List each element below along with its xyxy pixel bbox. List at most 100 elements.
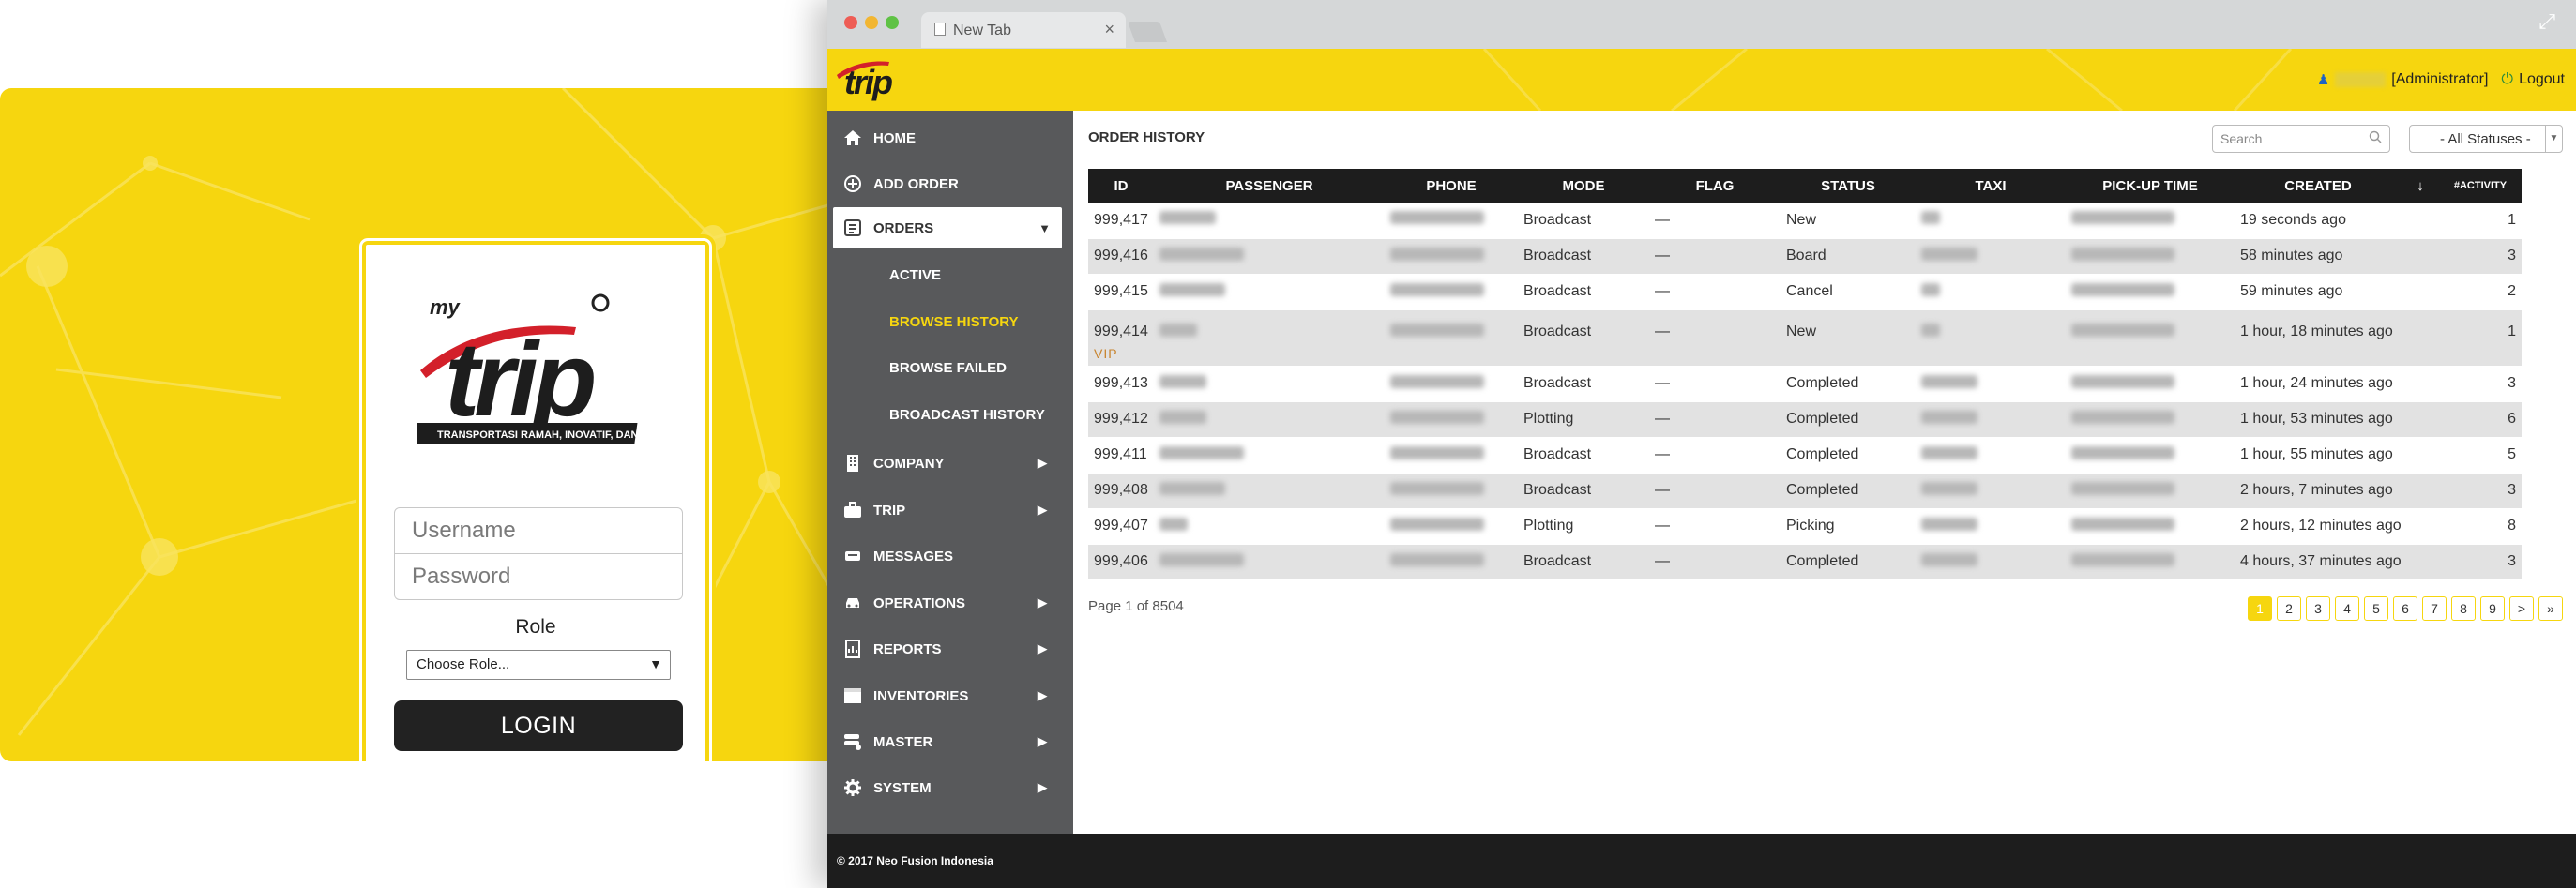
table-row[interactable]: 999,412 Plotting — Completed 1 hour, 53 … bbox=[1088, 401, 2522, 438]
cell-pickup-time bbox=[2066, 544, 2235, 580]
logout-link[interactable]: Logout bbox=[2519, 71, 2565, 88]
cell-id: 999,406 bbox=[1088, 544, 1154, 580]
sidebar-item-inventories[interactable]: INVENTORIES ▶ bbox=[827, 675, 1073, 716]
cell-id: 999,412 bbox=[1088, 401, 1154, 438]
chevron-down-icon: ▼ bbox=[1038, 220, 1051, 235]
table-row[interactable]: 999,411 Broadcast — Completed 1 hour, 55… bbox=[1088, 437, 2522, 474]
cell-pickup-time bbox=[2066, 508, 2235, 545]
sidebar-item-operations[interactable]: OPERATIONS ▶ bbox=[827, 582, 1073, 624]
cell-passenger bbox=[1154, 508, 1385, 545]
page-button[interactable]: 5 bbox=[2364, 596, 2388, 621]
trip-logo: trip bbox=[837, 61, 894, 101]
sidebar-item-messages[interactable]: MESSAGES bbox=[827, 535, 1073, 577]
col-phone[interactable]: PHONE bbox=[1385, 169, 1518, 203]
col-pickup-time[interactable]: PICK-UP TIME bbox=[2066, 169, 2235, 203]
sidebar-item-trip[interactable]: TRIP ▶ bbox=[827, 489, 1073, 531]
table-row[interactable]: 999,406 Broadcast — Completed 4 hours, 3… bbox=[1088, 544, 2522, 580]
page-button[interactable]: 7 bbox=[2422, 596, 2447, 621]
username-input[interactable] bbox=[394, 507, 683, 554]
vip-badge: VIP bbox=[1094, 345, 1118, 361]
maximize-window-button[interactable] bbox=[886, 16, 899, 29]
cell-pickup-time bbox=[2066, 437, 2235, 474]
sort-down-icon[interactable]: ↓ bbox=[2402, 169, 2439, 203]
cell-mode: Broadcast bbox=[1518, 203, 1649, 239]
sidebar-item-add-order[interactable]: ADD ORDER bbox=[827, 163, 1073, 204]
cell-id: 999,407 bbox=[1088, 508, 1154, 545]
sidebar-subitem-broadcast-history[interactable]: BROADCAST HISTORY bbox=[889, 407, 1045, 423]
next-page-button[interactable]: > bbox=[2509, 596, 2534, 621]
sidebar-item-master[interactable]: MASTER ▶ bbox=[827, 721, 1073, 762]
page-button[interactable]: 6 bbox=[2393, 596, 2417, 621]
sidebar-item-system[interactable]: SYSTEM ▶ bbox=[827, 767, 1073, 808]
briefcase-icon bbox=[842, 500, 863, 520]
page-button[interactable]: 8 bbox=[2451, 596, 2476, 621]
sidebar-item-company[interactable]: COMPANY ▶ bbox=[827, 443, 1073, 484]
table-row[interactable]: 999,416 Broadcast — Board 58 minutes ago… bbox=[1088, 238, 2522, 275]
cell-pickup-time bbox=[2066, 238, 2235, 275]
cell-mode: Broadcast bbox=[1518, 544, 1649, 580]
new-tab-button[interactable] bbox=[1127, 22, 1168, 42]
sidebar-item-orders[interactable]: ORDERS ▼ bbox=[833, 207, 1062, 248]
cell-taxi bbox=[1916, 437, 2066, 474]
table-row[interactable]: 999,415 Broadcast — Cancel 59 minutes ag… bbox=[1088, 274, 2522, 310]
search-input[interactable]: Search bbox=[2212, 125, 2390, 153]
password-input[interactable] bbox=[394, 553, 683, 600]
sidebar-item-home[interactable]: HOME bbox=[827, 117, 1073, 158]
page-button[interactable]: 4 bbox=[2335, 596, 2359, 621]
tab-close-icon[interactable]: × bbox=[1104, 20, 1114, 39]
car-icon bbox=[842, 593, 863, 613]
cell-taxi bbox=[1916, 401, 2066, 438]
login-button[interactable]: LOGIN bbox=[394, 700, 683, 751]
page-button[interactable]: 2 bbox=[2277, 596, 2301, 621]
cell-id: 999,417 bbox=[1088, 203, 1154, 239]
cell-taxi bbox=[1916, 473, 2066, 509]
status-filter-select[interactable]: - All Statuses - ▼ bbox=[2409, 125, 2563, 153]
table-row[interactable]: 999,407 Plotting — Picking 2 hours, 12 m… bbox=[1088, 508, 2522, 545]
close-window-button[interactable] bbox=[844, 16, 857, 29]
page-button[interactable]: 1 bbox=[2248, 596, 2272, 621]
cell-phone bbox=[1385, 309, 1518, 367]
col-created[interactable]: CREATED bbox=[2235, 169, 2402, 203]
cell-activity: 3 bbox=[2439, 238, 2522, 275]
sidebar-item-reports[interactable]: REPORTS ▶ bbox=[827, 628, 1073, 670]
orders-icon bbox=[842, 218, 863, 238]
col-status[interactable]: STATUS bbox=[1780, 169, 1916, 203]
minimize-window-button[interactable] bbox=[865, 16, 878, 29]
col-flag[interactable]: FLAG bbox=[1649, 169, 1780, 203]
role-select[interactable]: Choose Role... ▼ bbox=[406, 650, 671, 680]
sidebar-subitem-browse-failed[interactable]: BROWSE FAILED bbox=[889, 360, 1007, 376]
browser-tab[interactable]: New Tab × bbox=[921, 12, 1126, 48]
last-page-button[interactable]: » bbox=[2538, 596, 2563, 621]
page-button[interactable]: 3 bbox=[2306, 596, 2330, 621]
cell-passenger bbox=[1154, 238, 1385, 275]
sidebar-subitem-browse-history[interactable]: BROWSE HISTORY bbox=[889, 314, 1019, 330]
col-passenger[interactable]: PASSENGER bbox=[1154, 169, 1385, 203]
cell-taxi bbox=[1916, 238, 2066, 275]
svg-text:trip: trip bbox=[844, 63, 892, 101]
table-row[interactable]: 999,413 Broadcast — Completed 1 hour, 24… bbox=[1088, 366, 2522, 402]
cell-created: 1 hour, 55 minutes ago bbox=[2235, 437, 2439, 474]
table-row[interactable]: 999,414 VIP Broadcast — New 1 hour, 18 m… bbox=[1088, 309, 2522, 367]
cell-activity: 5 bbox=[2439, 437, 2522, 474]
col-taxi[interactable]: TAXI bbox=[1916, 169, 2066, 203]
cell-flag: — bbox=[1649, 366, 1780, 402]
col-id[interactable]: ID bbox=[1088, 169, 1154, 203]
svg-text:TRANSPORTASI RAMAH, INOVATIF,: TRANSPORTASI RAMAH, INOVATIF, DAN PRAKTI… bbox=[437, 429, 662, 441]
user-name[interactable] bbox=[2335, 72, 2387, 87]
fullscreen-icon[interactable]: ⤢ bbox=[2538, 9, 2555, 34]
cell-phone bbox=[1385, 473, 1518, 509]
col-activity[interactable]: #ACTIVITY bbox=[2439, 169, 2522, 203]
cell-created: 4 hours, 37 minutes ago bbox=[2235, 544, 2439, 580]
cell-taxi bbox=[1916, 366, 2066, 402]
table-row[interactable]: 999,417 Broadcast — New 19 seconds ago 1 bbox=[1088, 203, 2522, 239]
cell-taxi bbox=[1916, 544, 2066, 580]
role-selected-value: Choose Role... bbox=[417, 656, 510, 672]
table-row[interactable]: 999,408 Broadcast — Completed 2 hours, 7… bbox=[1088, 473, 2522, 509]
logout-icon: ⏻ bbox=[2501, 71, 2514, 87]
status-filter-value: - All Statuses - bbox=[2440, 131, 2531, 147]
page-button[interactable]: 9 bbox=[2480, 596, 2505, 621]
sidebar-item-label: TRIP bbox=[873, 502, 906, 519]
sidebar-subitem-active[interactable]: ACTIVE bbox=[889, 267, 941, 283]
chevron-down-icon: ▼ bbox=[649, 656, 662, 671]
col-mode[interactable]: MODE bbox=[1518, 169, 1649, 203]
